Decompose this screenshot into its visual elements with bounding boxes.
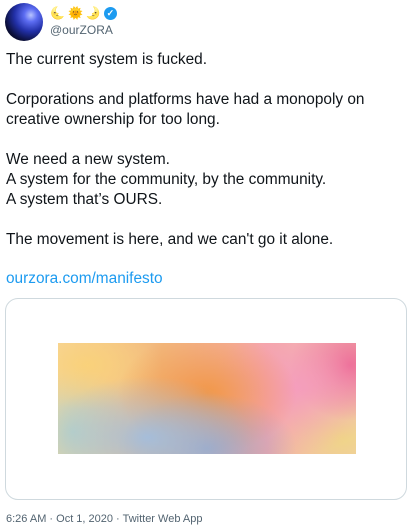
- manifesto-link[interactable]: ourzora.com/manifesto: [6, 270, 163, 288]
- crescent-moon-face-icon: 🌜: [50, 6, 65, 20]
- tweet-text: The current system is fucked. Corporatio…: [6, 50, 406, 270]
- avatar[interactable]: [5, 3, 43, 41]
- tweet-paragraph: Corporations and platforms have had a mo…: [6, 91, 365, 128]
- sun-face-icon: 🌞: [67, 6, 83, 20]
- gradient-artwork-image: [58, 343, 356, 454]
- link-preview-card[interactable]: [5, 298, 407, 500]
- display-name[interactable]: 🌜 🌞 🌛 ✓: [50, 5, 117, 21]
- verified-badge-icon: ✓: [103, 6, 117, 20]
- tweet-timestamp[interactable]: 6:26 AM · Oct 1, 2020 · Twitter Web App: [6, 513, 202, 525]
- user-handle[interactable]: @ourZORA: [50, 23, 113, 37]
- crescent-moon-face-icon: 🌛: [85, 6, 101, 20]
- tweet-paragraph: We need a new system. A system for the c…: [6, 151, 327, 208]
- tweet-paragraph: The current system is fucked.: [6, 51, 208, 68]
- tweet-paragraph: The movement is here, and we can't go it…: [6, 231, 334, 248]
